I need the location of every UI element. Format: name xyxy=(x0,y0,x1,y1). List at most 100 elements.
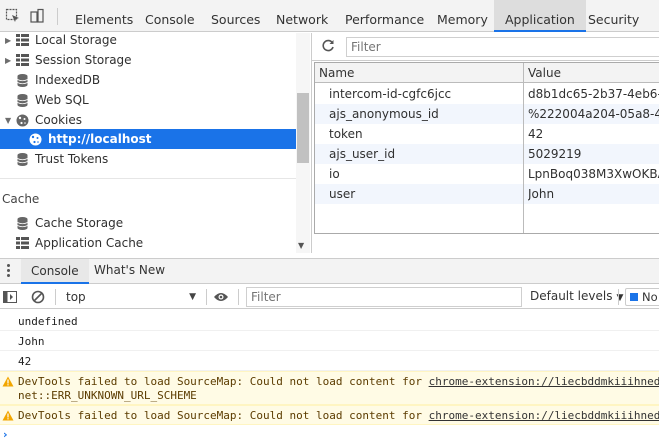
database-icon xyxy=(15,73,29,87)
application-sidebar: ▶ Local Storage ▶ Session Storage Indexe… xyxy=(0,33,296,253)
issues-button[interactable]: No xyxy=(625,288,659,306)
context-value: top xyxy=(66,290,86,304)
cookie-value: 5029219 xyxy=(528,147,582,161)
console-warning-row[interactable]: DevTools failed to load SourceMap: Could… xyxy=(0,405,659,425)
cookie-icon xyxy=(28,132,42,146)
issues-icon xyxy=(630,293,638,301)
log-levels-dropdown[interactable]: Default levels ▼ xyxy=(530,289,623,303)
column-header-value[interactable]: Value xyxy=(528,66,561,80)
cookie-name: io xyxy=(329,167,340,181)
warning-text: DevTools failed to load SourceMap: Could… xyxy=(18,375,429,388)
table-row[interactable]: user John xyxy=(315,184,659,204)
devtools-tab-bar: Elements Console Sources Network Perform… xyxy=(0,0,659,32)
column-divider[interactable] xyxy=(523,63,524,233)
warning-text: DevTools failed to load SourceMap: Could… xyxy=(18,409,429,422)
section-header-cache: Cache xyxy=(2,192,40,206)
cookie-value: 42 xyxy=(528,127,544,141)
drawer-tab-console[interactable]: Console xyxy=(21,259,89,284)
toolbar-divider xyxy=(55,289,56,305)
cookie-name: ajs_user_id xyxy=(329,147,396,161)
tab-application[interactable]: Application xyxy=(494,0,586,32)
collapse-arrow-icon[interactable]: ▼ xyxy=(5,116,15,125)
sidebar-item-label: Cache Storage xyxy=(35,216,124,230)
sidebar-scrollbar[interactable]: ▼ xyxy=(296,33,310,253)
sidebar-item-label: Trust Tokens xyxy=(35,152,109,166)
execution-context-select[interactable]: top ▼ xyxy=(60,287,202,307)
console-output-row[interactable]: John xyxy=(0,331,659,351)
drawer-tab-whats-new[interactable]: What's New xyxy=(94,263,165,285)
sidebar-item-web-sql[interactable]: Web SQL xyxy=(0,90,296,110)
dropdown-arrow-icon: ▼ xyxy=(189,292,196,302)
table-row[interactable]: token 42 xyxy=(315,124,659,144)
expand-arrow-icon[interactable]: ▶ xyxy=(5,56,15,65)
sidebar-item-local-storage[interactable]: ▶ Local Storage xyxy=(0,30,296,50)
cookie-value: d8b1dc65-2b37-4eb6-8e xyxy=(528,87,659,101)
grid-icon xyxy=(15,236,29,250)
table-row[interactable]: intercom-id-cgfc6jcc d8b1dc65-2b37-4eb6-… xyxy=(315,84,659,104)
source-link[interactable]: chrome-extension://liecbddmkiiihned xyxy=(429,375,659,388)
sidebar-item-indexeddb[interactable]: IndexedDB xyxy=(0,70,296,90)
console-filter-input[interactable] xyxy=(246,287,522,307)
cookie-icon xyxy=(15,113,29,127)
table-row[interactable]: ajs_user_id 5029219 xyxy=(315,144,659,164)
sidebar-item-application-cache[interactable]: Application Cache xyxy=(0,233,296,253)
console-output-row[interactable]: 42 xyxy=(0,351,659,371)
table-row[interactable]: io LpnBoq038M3XwOKBAA xyxy=(315,164,659,184)
console-output-text: 42 xyxy=(18,355,32,368)
sidebar-item-session-storage[interactable]: ▶ Session Storage xyxy=(0,50,296,70)
drawer-tab-bar: Console What's New xyxy=(0,258,659,284)
sidebar-item-label: IndexedDB xyxy=(35,73,101,87)
show-sidebar-icon[interactable] xyxy=(2,289,18,305)
cookies-toolbar xyxy=(312,33,659,61)
sidebar-item-cookies-localhost[interactable]: http://localhost xyxy=(0,129,296,149)
table-row[interactable]: ajs_anonymous_id %222004a204-05a8-4d34 xyxy=(315,104,659,124)
console-output-text: John xyxy=(18,335,45,348)
toolbar-divider xyxy=(57,8,58,25)
console-toolbar: top ▼ Default levels▼ No xyxy=(0,285,659,309)
tab-sources[interactable]: Sources xyxy=(211,0,260,32)
eye-icon[interactable] xyxy=(213,289,229,305)
sidebar-item-trust-tokens[interactable]: Trust Tokens xyxy=(0,149,296,169)
table-header: Name Value xyxy=(315,63,659,83)
inspect-element-icon[interactable] xyxy=(5,8,21,24)
sidebar-item-label: Application Cache xyxy=(35,236,144,250)
log-levels-label: Default levels xyxy=(530,289,613,303)
cookie-name: user xyxy=(329,187,356,201)
cookies-filter-input[interactable] xyxy=(346,37,659,57)
refresh-icon[interactable] xyxy=(320,38,336,54)
console-warning-row[interactable]: DevTools failed to load SourceMap: Could… xyxy=(0,371,659,405)
tab-elements[interactable]: Elements xyxy=(75,0,133,32)
expand-arrow-icon[interactable]: ▶ xyxy=(5,36,15,45)
toolbar-divider xyxy=(238,289,239,305)
warning-icon xyxy=(2,376,14,390)
source-link[interactable]: chrome-extension://liecbddmkiiihned xyxy=(429,409,659,422)
scroll-down-arrow-icon[interactable]: ▼ xyxy=(298,241,304,250)
cookies-table: Name Value intercom-id-cgfc6jcc d8b1dc65… xyxy=(314,62,659,234)
sidebar-item-label: Session Storage xyxy=(35,53,132,67)
cookies-panel: Name Value intercom-id-cgfc6jcc d8b1dc65… xyxy=(311,33,659,253)
toolbar-divider xyxy=(618,289,619,305)
tab-console[interactable]: Console xyxy=(145,0,195,32)
clear-console-icon[interactable] xyxy=(30,289,46,305)
sidebar-item-label: Cookies xyxy=(35,113,82,127)
tab-performance[interactable]: Performance xyxy=(345,0,424,32)
console-prompt-icon[interactable]: › xyxy=(3,428,8,441)
device-toolbar-icon[interactable] xyxy=(29,8,45,24)
toolbar-divider xyxy=(206,289,207,305)
column-header-name[interactable]: Name xyxy=(319,66,354,80)
sidebar-item-label: Web SQL xyxy=(35,93,89,107)
scrollbar-thumb[interactable] xyxy=(297,93,309,163)
warning-error-code: net::ERR_UNKNOWN_URL_SCHEME xyxy=(18,389,197,402)
console-output-text: undefined xyxy=(18,315,78,328)
cookie-name: ajs_anonymous_id xyxy=(329,107,439,121)
console-output-row[interactable]: undefined xyxy=(0,311,659,331)
sidebar-item-label: Local Storage xyxy=(35,33,117,47)
sidebar-item-cookies[interactable]: ▼ Cookies xyxy=(0,110,296,130)
cookie-value: John xyxy=(528,187,555,201)
sidebar-item-cache-storage[interactable]: Cache Storage xyxy=(0,213,296,233)
more-options-icon[interactable] xyxy=(7,264,11,278)
tab-network[interactable]: Network xyxy=(276,0,328,32)
tab-security[interactable]: Security xyxy=(588,0,639,32)
database-icon xyxy=(15,152,29,166)
tab-memory[interactable]: Memory xyxy=(437,0,488,32)
